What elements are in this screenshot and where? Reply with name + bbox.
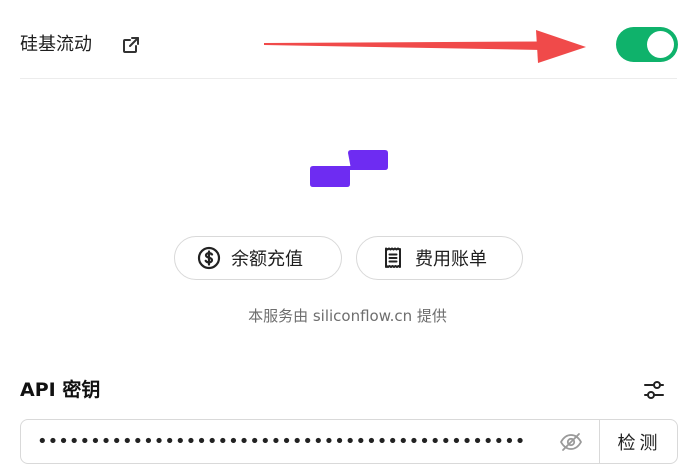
check-api-key-button[interactable]: 检测 <box>599 420 677 463</box>
bills-button[interactable]: 费用账单 <box>356 236 523 280</box>
header-divider <box>20 78 677 79</box>
recharge-button[interactable]: 余额充值 <box>174 236 342 280</box>
provider-enable-toggle[interactable] <box>616 27 678 62</box>
api-key-input[interactable] <box>21 420 551 463</box>
dollar-circle-icon <box>197 246 221 270</box>
external-link-icon[interactable] <box>120 34 142 56</box>
provided-by-text: 本服务由 siliconflow.cn 提供 <box>248 307 447 325</box>
eye-off-icon[interactable] <box>559 430 583 454</box>
annotation-arrow <box>264 30 586 63</box>
recharge-label: 余额充值 <box>231 249 303 270</box>
provider-header: 硅基流动 <box>0 0 695 80</box>
api-key-field: 检测 <box>20 419 678 464</box>
provider-title: 硅基流动 <box>20 34 92 55</box>
toggle-knob <box>647 31 674 58</box>
api-key-label: API 密钥 <box>20 379 101 401</box>
bills-label: 费用账单 <box>415 249 487 270</box>
settings-sliders-icon[interactable] <box>642 378 666 402</box>
receipt-icon <box>381 246 405 270</box>
siliconflow-logo <box>310 150 388 187</box>
